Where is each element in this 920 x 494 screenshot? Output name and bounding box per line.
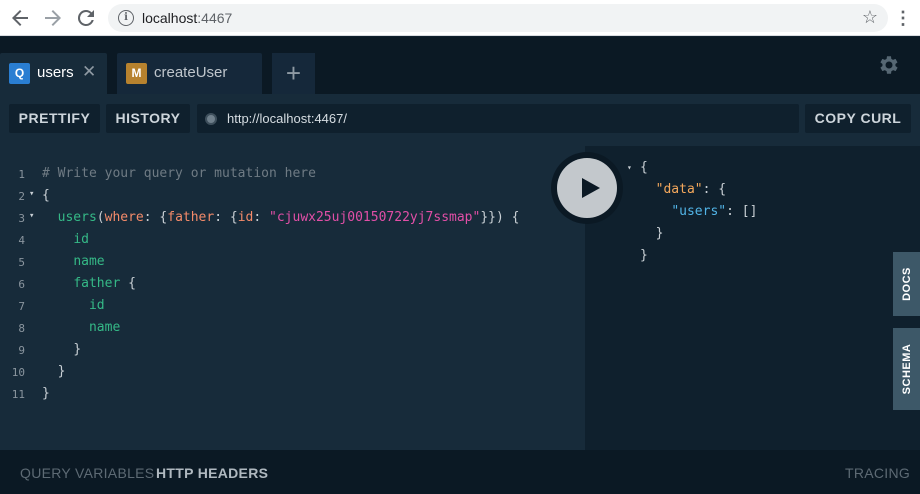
kebab-menu-icon[interactable]: ⋮: [894, 6, 912, 30]
endpoint-input[interactable]: http://localhost:4467/: [197, 104, 799, 133]
docs-tab[interactable]: DOCS: [893, 252, 920, 316]
address-bar[interactable]: i localhost:4467 ☆: [108, 4, 888, 32]
result-line: }: [640, 248, 648, 263]
result-line: {: [640, 160, 648, 175]
editor-toolbar: PRETTIFY HISTORY http://localhost:4467/ …: [0, 94, 920, 146]
gear-icon[interactable]: [876, 53, 900, 77]
code-line: 1 # Write your query or mutation here: [18, 166, 316, 181]
query-editor[interactable]: 1 # Write your query or mutation here 2 …: [0, 146, 585, 450]
schema-tab[interactable]: SCHEMA: [893, 328, 920, 410]
info-icon[interactable]: i: [118, 10, 134, 26]
code-line: 5 name: [18, 254, 105, 269]
add-tab-button[interactable]: +: [272, 53, 315, 94]
result-line: "users": []: [671, 204, 758, 219]
copy-curl-button[interactable]: COPY CURL: [805, 104, 911, 133]
close-icon[interactable]: ✕: [82, 62, 96, 82]
code-line: 10 }: [11, 364, 66, 379]
history-button[interactable]: HISTORY: [106, 104, 190, 133]
code-line: 9 }: [18, 342, 82, 357]
execute-query-button[interactable]: [551, 152, 623, 224]
code-line: 6 father {: [18, 276, 136, 291]
code-line: 3 ▾ users(where: {father: {id: "cjuwx25u…: [18, 210, 520, 225]
code-line: 8 name: [18, 320, 121, 335]
prettify-button[interactable]: PRETTIFY: [9, 104, 100, 133]
result-line: }: [640, 226, 664, 241]
code-line: 11 }: [11, 386, 50, 401]
result-line: "data": {: [655, 182, 727, 197]
tracing-tab[interactable]: TRACING: [845, 465, 910, 481]
fold-arrow-icon[interactable]: ▾: [29, 211, 34, 221]
query-badge: Q: [9, 63, 30, 84]
code-line: 2 ▾ {: [18, 188, 50, 203]
forward-arrow-icon[interactable]: [41, 6, 65, 30]
query-variables-tab[interactable]: QUERY VARIABLES: [20, 465, 154, 481]
fold-arrow-icon[interactable]: ▾: [29, 189, 34, 199]
code-line: 4 id: [18, 232, 89, 247]
playground-tab-bar: Q users ✕ M createUser +: [0, 37, 920, 94]
reload-icon[interactable]: [74, 6, 98, 30]
tab-label: users: [37, 64, 74, 81]
bookmark-star-icon[interactable]: ☆: [862, 7, 878, 28]
status-dot-icon: [205, 113, 217, 125]
fold-arrow-icon[interactable]: ▾: [627, 163, 632, 172]
result-pane: ▾ { "data": { "users": [] } }: [585, 146, 920, 450]
tab-label: createUser: [154, 64, 228, 81]
code-line: 7 id: [18, 298, 105, 313]
mutation-badge: M: [126, 63, 147, 84]
tab-users[interactable]: Q users ✕: [0, 53, 107, 94]
bottom-bar: QUERY VARIABLES HTTP HEADERS TRACING: [0, 450, 920, 494]
tab-createuser[interactable]: M createUser: [117, 53, 262, 94]
endpoint-url: http://localhost:4467/: [227, 111, 347, 126]
back-arrow-icon[interactable]: [8, 6, 32, 30]
browser-toolbar: i localhost:4467 ☆ ⋮: [0, 0, 920, 36]
http-headers-tab[interactable]: HTTP HEADERS: [156, 465, 268, 481]
play-icon: [582, 178, 600, 198]
address-url: localhost:4467: [142, 10, 233, 26]
